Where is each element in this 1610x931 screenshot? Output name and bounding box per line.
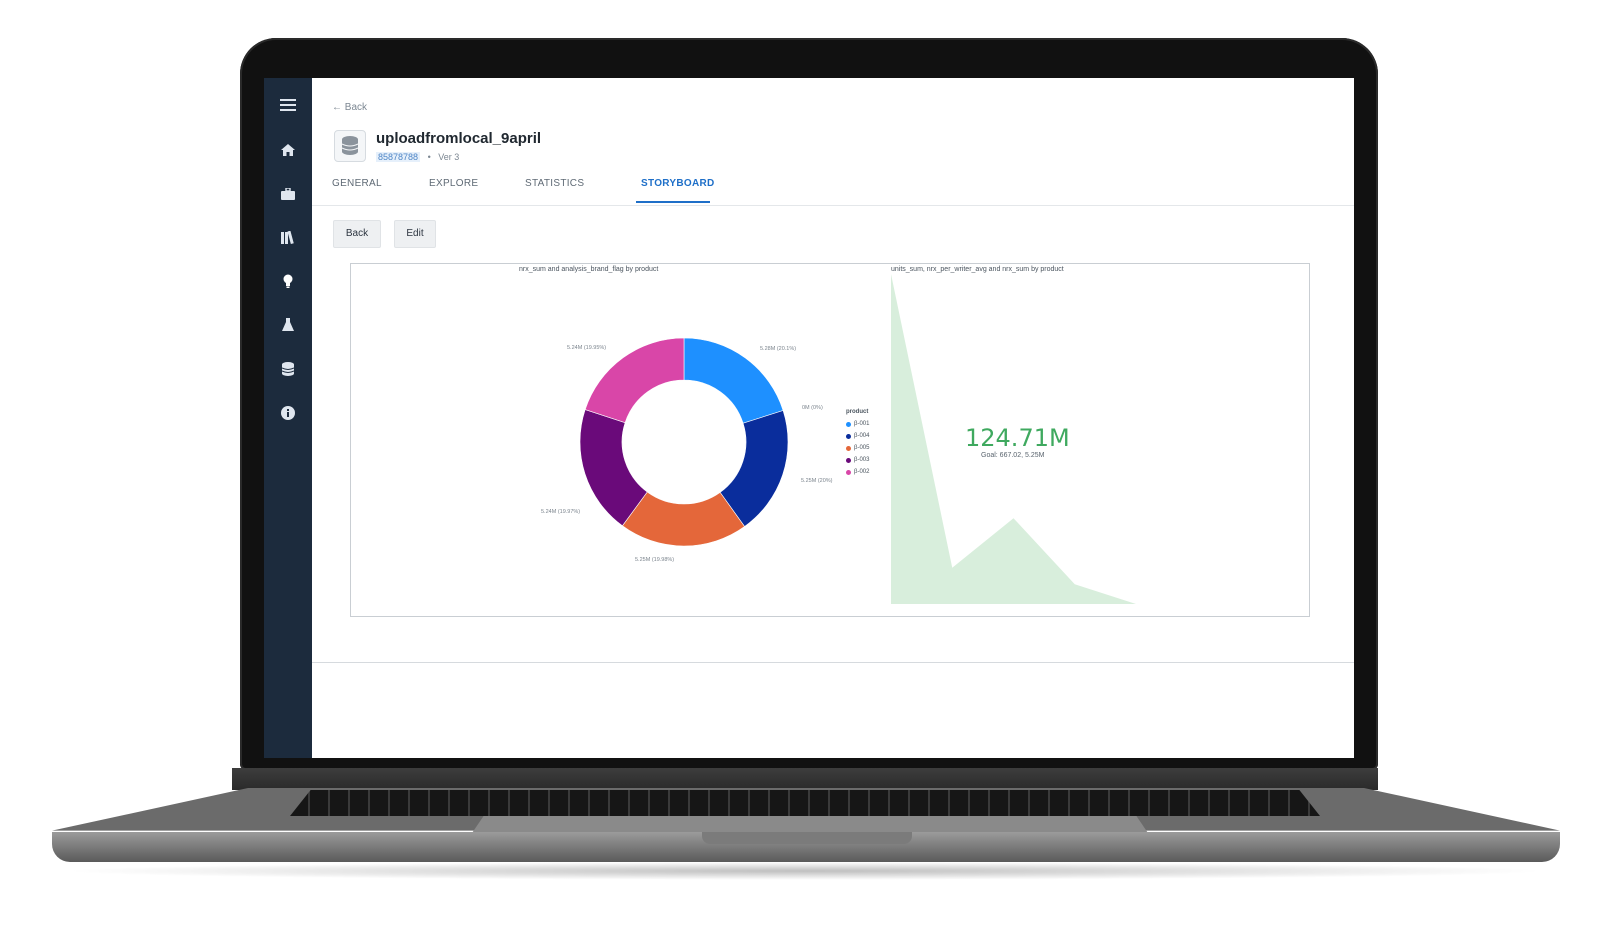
legend-item[interactable]: β-004 bbox=[846, 430, 869, 442]
legend-title: product bbox=[846, 409, 869, 415]
legend-item[interactable]: β-005 bbox=[846, 442, 869, 454]
laptop-shadow bbox=[60, 862, 1550, 880]
storyboard-canvas: nrx_sum and analysis_brand_flag by produ… bbox=[350, 263, 1310, 617]
flask-icon[interactable] bbox=[276, 316, 300, 340]
donut-legend: product β-001 β-004 β-005 β-003 β-002 bbox=[846, 409, 869, 478]
tab-statistics[interactable]: STATISTICS bbox=[525, 178, 584, 189]
kpi-value: 124.71M bbox=[965, 424, 1070, 452]
legend-item[interactable]: β-002 bbox=[846, 466, 869, 478]
laptop-notch bbox=[702, 832, 912, 844]
meta-separator: • bbox=[427, 152, 431, 162]
main-content: ← Back uploadfromlocal_9april 85878788 •… bbox=[312, 78, 1354, 758]
area-chart bbox=[891, 274, 1136, 604]
sidebar bbox=[264, 78, 312, 758]
slice-label: 5.28M (20.1%) bbox=[760, 346, 797, 352]
tab-storyboard[interactable]: STORYBOARD bbox=[641, 178, 715, 189]
tab-general[interactable]: GENERAL bbox=[332, 178, 382, 189]
home-icon[interactable] bbox=[276, 140, 300, 164]
back-button[interactable]: Back bbox=[333, 220, 381, 248]
page-title: uploadfromlocal_9april bbox=[376, 130, 542, 147]
app-screen: ← Back uploadfromlocal_9april 85878788 •… bbox=[264, 78, 1354, 758]
slice-label: 5.25M (20%) bbox=[801, 478, 833, 484]
lightbulb-icon[interactable] bbox=[276, 272, 300, 296]
legend-item[interactable]: β-001 bbox=[846, 418, 869, 430]
edit-button[interactable]: Edit bbox=[394, 220, 436, 248]
slice-label: 5.24M (19.95%) bbox=[567, 345, 607, 351]
back-link[interactable]: ← Back bbox=[332, 102, 367, 113]
legend-swatch bbox=[846, 433, 851, 439]
legend-item[interactable]: β-003 bbox=[846, 454, 869, 466]
legend-label: β-004 bbox=[854, 433, 870, 439]
dataset-meta: 85878788 • Ver 3 bbox=[376, 152, 459, 162]
kpi-goal: Goal: 667.02, 5.25M bbox=[981, 452, 1045, 459]
active-tab-indicator bbox=[636, 201, 710, 203]
library-icon[interactable] bbox=[276, 228, 300, 252]
legend-label: β-002 bbox=[854, 469, 870, 475]
info-icon[interactable] bbox=[276, 404, 300, 428]
database-icon[interactable] bbox=[276, 360, 300, 384]
legend-swatch bbox=[846, 457, 851, 463]
donut-chart-title: nrx_sum and analysis_brand_flag by produ… bbox=[519, 266, 659, 273]
dataset-icon bbox=[334, 130, 366, 162]
donut-chart bbox=[579, 337, 789, 547]
tab-explore[interactable]: EXPLORE bbox=[429, 178, 478, 189]
laptop-hinge bbox=[232, 768, 1378, 790]
dataset-id[interactable]: 85878788 bbox=[376, 152, 421, 162]
legend-swatch bbox=[846, 445, 851, 451]
tab-divider bbox=[312, 205, 1354, 206]
slice-label-zero: 0M (0%) bbox=[802, 405, 823, 411]
legend-swatch bbox=[846, 469, 851, 475]
area-chart-title: units_sum, nrx_per_writer_avg and nrx_su… bbox=[891, 266, 1064, 273]
menu-icon[interactable] bbox=[276, 96, 300, 120]
legend-label: β-001 bbox=[854, 421, 870, 427]
legend-swatch bbox=[846, 421, 851, 427]
slice-label: 5.24M (19.97%) bbox=[541, 509, 581, 515]
legend-label: β-003 bbox=[854, 457, 870, 463]
legend-label: β-005 bbox=[854, 445, 870, 451]
briefcase-icon[interactable] bbox=[276, 184, 300, 208]
dataset-version: Ver 3 bbox=[438, 152, 460, 162]
slice-label: 5.25M (19.98%) bbox=[635, 557, 675, 563]
laptop-keyboard bbox=[290, 790, 1320, 816]
content-divider bbox=[312, 662, 1354, 663]
